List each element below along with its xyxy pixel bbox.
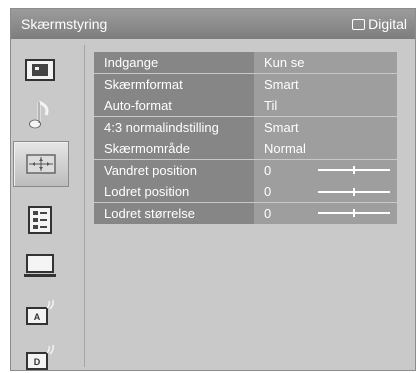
menu-row-vertical-size[interactable]: Lodret størrelse 0: [94, 202, 397, 224]
features-list-icon: [28, 206, 52, 234]
title-bar: Skærmstyring Digital: [11, 9, 415, 39]
svg-text:A: A: [34, 312, 41, 322]
row-label: Vandret position: [104, 162, 197, 178]
sidebar-item-digital-setup[interactable]: D: [19, 339, 61, 370]
menu-row-horizontal-position[interactable]: Vandret position 0: [94, 159, 397, 181]
row-value: Kun se: [254, 52, 397, 73]
row-value-text: 0: [264, 205, 272, 221]
row-value-text: Til: [264, 98, 278, 113]
row-value: Smart: [254, 116, 397, 138]
monitor-icon: [24, 254, 56, 277]
row-value: Til: [254, 95, 397, 116]
row-label: Indgange: [104, 55, 159, 70]
row-value: 0: [254, 202, 397, 224]
slider-knob[interactable]: [353, 209, 355, 217]
row-label: Skærmformat: [104, 76, 183, 92]
row-value-text: Normal: [264, 141, 306, 156]
row-value: 0: [254, 181, 397, 202]
row-value-text: Smart: [264, 119, 299, 135]
vertical-position-slider[interactable]: [318, 187, 390, 196]
sidebar-item-screen-control[interactable]: [13, 141, 69, 187]
sound-note-icon: [29, 100, 49, 129]
row-label: Auto-format: [104, 98, 172, 113]
row-label: Lodret position: [104, 184, 190, 199]
sidebar-divider: [84, 45, 85, 367]
screen-outline-icon: [352, 18, 366, 30]
row-value: Normal: [254, 138, 397, 159]
settings-list: Indgange Kun se Skærmformat Smart Auto-f…: [94, 52, 397, 224]
picture-icon: [25, 59, 55, 81]
row-label: 4:3 normalindstilling: [104, 119, 219, 135]
slider-knob[interactable]: [353, 166, 355, 174]
digital-setup-icon: D: [26, 344, 54, 370]
row-label: Lodret størrelse: [104, 205, 196, 221]
menu-title: Skærmstyring: [21, 16, 108, 32]
source-label: Digital: [368, 16, 407, 32]
slider-knob[interactable]: [353, 187, 355, 196]
menu-row-auto-format[interactable]: Auto-format Til: [94, 95, 397, 116]
menu-row-4-3-default[interactable]: 4:3 normalindstilling Smart: [94, 116, 397, 138]
menu-row-inputs[interactable]: Indgange Kun se: [94, 52, 397, 73]
row-value-text: 0: [264, 162, 272, 178]
vertical-size-slider[interactable]: [318, 209, 390, 217]
svg-text:D: D: [34, 357, 41, 367]
screen-control-icon: [26, 154, 56, 174]
horizontal-position-slider[interactable]: [318, 166, 390, 174]
menu-row-screen-area[interactable]: Skærmområde Normal: [94, 138, 397, 159]
menu-row-vertical-position[interactable]: Lodret position 0: [94, 181, 397, 202]
source-indicator: Digital: [352, 16, 407, 32]
sidebar-item-picture[interactable]: [19, 51, 61, 89]
analog-setup-icon: A: [26, 299, 54, 325]
row-label: Skærmområde: [104, 141, 190, 156]
row-value-text: 0: [264, 184, 272, 199]
row-value-text: Kun se: [264, 55, 305, 70]
sidebar-item-sound[interactable]: [19, 96, 61, 134]
sidebar-item-analog-setup[interactable]: A: [19, 294, 61, 332]
menu-row-screen-format[interactable]: Skærmformat Smart: [94, 73, 397, 95]
row-value: Smart: [254, 73, 397, 95]
row-value-text: Smart: [264, 76, 299, 92]
screen-control-menu: Skærmstyring Digital A D Indgange Kun se…: [10, 8, 416, 371]
row-value: 0: [254, 159, 397, 181]
sidebar-item-features[interactable]: [19, 201, 61, 239]
sidebar-item-monitor[interactable]: [19, 247, 61, 285]
